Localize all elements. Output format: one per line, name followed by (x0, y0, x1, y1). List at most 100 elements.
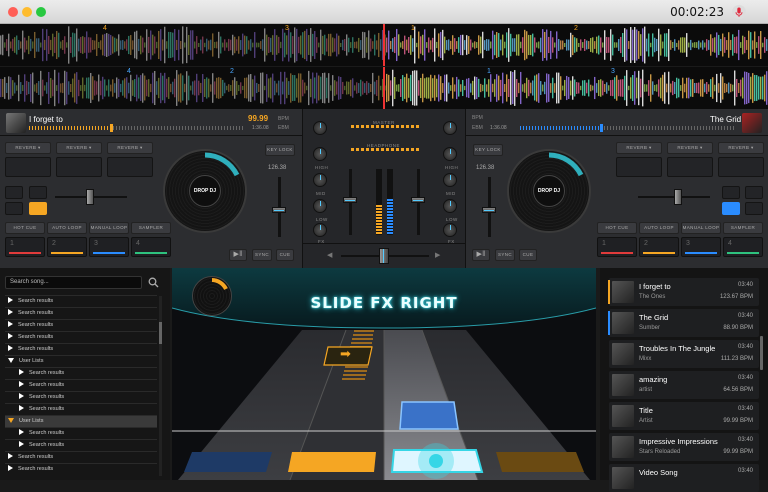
browser-tree-item[interactable]: Search results (5, 451, 157, 463)
search-icon[interactable] (148, 277, 159, 288)
expand-right-icon[interactable] (8, 465, 13, 471)
browser-tree-item[interactable]: Search results (5, 403, 157, 415)
eq-low-knob-left[interactable] (313, 199, 327, 213)
browser-tree-item[interactable]: User Lists (5, 415, 157, 427)
play-pause-button-right[interactable]: ▶‖ (472, 249, 490, 261)
fx-knob-right[interactable] (443, 223, 457, 237)
playlist-item[interactable]: Video Song 03:40 (609, 464, 759, 492)
fx-select-1-left[interactable]: REVERB ▾ (5, 142, 51, 154)
pad-4-left[interactable]: 4 (131, 237, 171, 257)
pad-3-right[interactable]: 3 (681, 237, 721, 257)
fx-pad-1-left[interactable] (5, 157, 51, 177)
platter-left[interactable]: DROP DJ (163, 149, 247, 233)
channel-fader-handle-right[interactable] (411, 197, 425, 203)
fx-toggle-active-left[interactable] (29, 202, 47, 215)
key-lock-button-right[interactable]: KEY LOCK (473, 144, 503, 156)
browser-tree-item[interactable]: Search results (5, 391, 157, 403)
pitch-fader-left[interactable] (272, 177, 286, 237)
expand-right-icon[interactable] (8, 333, 13, 339)
zoom-window-button[interactable] (36, 7, 46, 17)
track-position-right[interactable] (600, 124, 603, 132)
fx-toggle-3-left[interactable] (5, 202, 23, 215)
eq-high-knob-right[interactable] (443, 147, 457, 161)
fx-select-1-right[interactable]: REVERB ▾ (616, 142, 662, 154)
playlist-item[interactable]: I forget to The Ones 03:40 123.67 BPM (608, 278, 759, 306)
browser-tree-item[interactable]: User Lists (5, 355, 157, 367)
close-window-button[interactable] (8, 7, 18, 17)
fx-pad-2-right[interactable] (667, 157, 713, 177)
browser-tree-item[interactable]: Search results (5, 343, 157, 355)
channel-fader-handle-left[interactable] (343, 197, 357, 203)
fx-toggle-4-right[interactable] (745, 202, 763, 215)
hot-cue-button-right[interactable]: HOT CUE (597, 222, 637, 234)
expand-down-icon[interactable] (8, 418, 14, 423)
pitch-fader-right[interactable] (482, 177, 496, 237)
cue-marker-bottom[interactable]: 4 (127, 68, 131, 75)
expand-down-icon[interactable] (8, 358, 14, 363)
channel-fader-right[interactable] (411, 169, 425, 235)
pad-1-left[interactable]: 1 (5, 237, 45, 257)
cue-marker-top[interactable]: 3 (285, 25, 289, 32)
fx-slider-handle-right[interactable] (674, 189, 682, 205)
cue-marker-top[interactable]: 4 (103, 25, 107, 32)
expand-right-icon[interactable] (8, 345, 13, 351)
fx-pad-1-right[interactable] (616, 157, 662, 177)
pitch-fader-handle-right[interactable] (482, 207, 496, 213)
browser-tree-item[interactable]: Search results (5, 319, 157, 331)
expand-right-icon[interactable] (8, 453, 13, 459)
eq-high-knob-left[interactable] (313, 147, 327, 161)
browser-scrollbar[interactable] (159, 296, 162, 476)
track-position-left[interactable] (110, 124, 113, 132)
sync-button-right[interactable]: SYNC (495, 249, 515, 261)
fx-select-3-left[interactable]: REVERB ▾ (107, 142, 153, 154)
fx-pad-2-left[interactable] (56, 157, 102, 177)
pad-4-right[interactable]: 4 (723, 237, 763, 257)
fx-toggle-2-right[interactable] (745, 186, 763, 199)
minimize-window-button[interactable] (22, 7, 32, 17)
waveform-right-deck[interactable]: 4 2 1 3 (0, 67, 768, 109)
platter-right[interactable]: DROP DJ (507, 149, 591, 233)
browser-tree-item[interactable]: Search results (5, 331, 157, 343)
sync-button-left[interactable]: SYNC (252, 249, 272, 261)
expand-right-icon[interactable] (8, 297, 13, 303)
microphone-icon[interactable] (732, 5, 746, 19)
cue-marker-top[interactable]: 1 (411, 25, 415, 32)
pad-2-right[interactable]: 2 (639, 237, 679, 257)
auto-loop-button-left[interactable]: AUTO LOOP (47, 222, 87, 234)
gain-knob-right[interactable] (443, 121, 457, 135)
eq-mid-knob-left[interactable] (313, 173, 327, 187)
fx-knob-left[interactable] (313, 223, 327, 237)
expand-right-icon[interactable] (19, 441, 24, 447)
fx-slider-handle-left[interactable] (86, 189, 94, 205)
search-input[interactable]: Search song... (5, 276, 142, 289)
manual-loop-button-left[interactable]: MANUAL LOOP (89, 222, 129, 234)
fx-select-3-right[interactable]: REVERB ▾ (718, 142, 764, 154)
crossfader-handle[interactable] (379, 248, 389, 264)
sampler-button-right[interactable]: SAMPLER (723, 222, 763, 234)
manual-loop-button-right[interactable]: MANUAL LOOP (681, 222, 721, 234)
browser-tree-item[interactable]: Search results (5, 463, 157, 475)
cue-marker-top[interactable]: 2 (574, 25, 578, 32)
key-lock-button-left[interactable]: KEY LOCK (265, 144, 295, 156)
expand-right-icon[interactable] (19, 381, 24, 387)
cue-marker-bottom[interactable]: 2 (230, 68, 234, 75)
cue-button-left[interactable]: CUE (276, 249, 294, 261)
fx-toggle-1-right[interactable] (722, 186, 740, 199)
playlist-scroll-thumb[interactable] (760, 336, 763, 370)
waveform-left-deck[interactable]: 4 3 1 2 (0, 24, 768, 66)
cue-marker-bottom[interactable]: 3 (611, 68, 615, 75)
playlist-item[interactable]: Title Artist 03:40 99.99 BPM (609, 402, 759, 430)
pitch-fader-handle-left[interactable] (272, 207, 286, 213)
fx-toggle-active-right[interactable] (722, 202, 740, 215)
browser-tree-item[interactable]: Search results (5, 295, 157, 307)
browser-tree-item[interactable]: Search results (5, 367, 157, 379)
fx-pad-3-right[interactable] (718, 157, 764, 177)
expand-right-icon[interactable] (19, 429, 24, 435)
eq-low-knob-right[interactable] (443, 199, 457, 213)
pad-3-left[interactable]: 3 (89, 237, 129, 257)
browser-scroll-thumb[interactable] (159, 322, 162, 344)
cue-marker-bottom[interactable]: 1 (487, 68, 491, 75)
expand-right-icon[interactable] (8, 309, 13, 315)
cue-button-right[interactable]: CUE (519, 249, 537, 261)
playlist-item[interactable]: Impressive Impressions Stars Reloaded 03:4… (609, 433, 759, 461)
